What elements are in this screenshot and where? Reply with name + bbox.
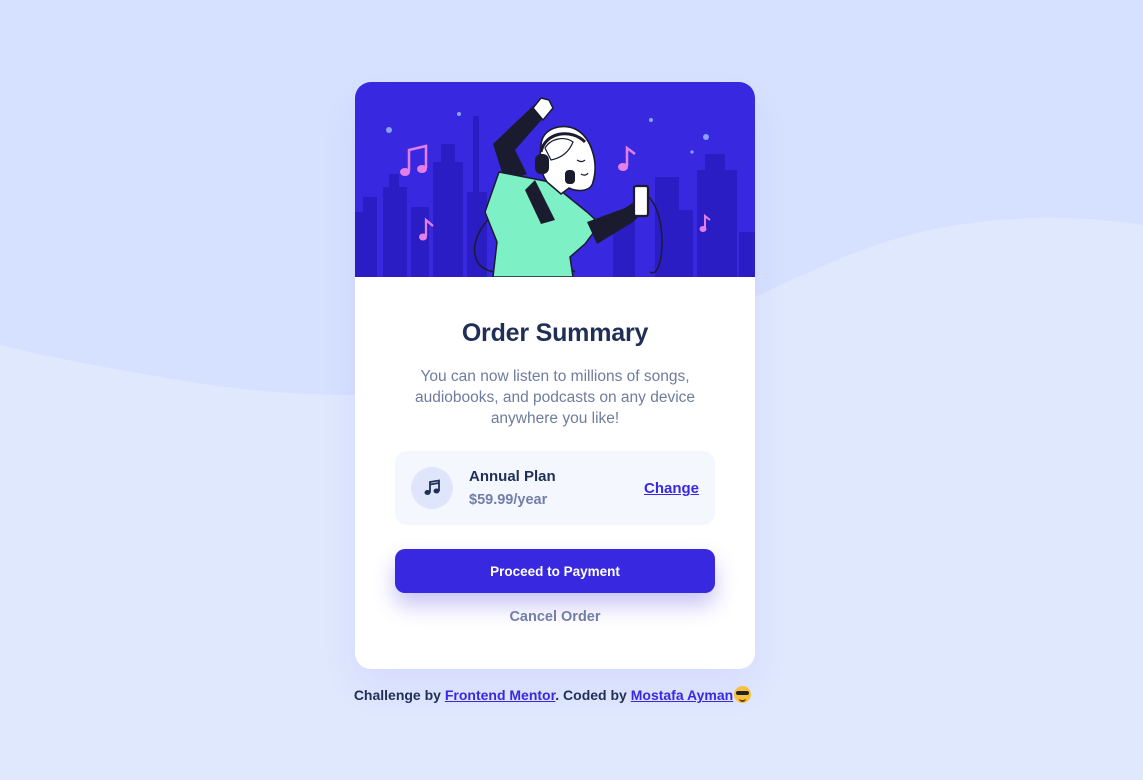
hero-illustration [355,82,755,277]
order-summary-card: Order Summary You can now listen to mill… [355,82,755,669]
page-title: Order Summary [461,319,649,347]
author-link[interactable]: Mostafa Ayman [631,687,733,703]
plan-summary: Annual Plan $59.99/year Change [395,451,715,525]
plan-price: $59.99/year [469,492,548,508]
attribution-middle: . Coded by [555,687,631,703]
change-plan-link[interactable]: Change [644,480,699,497]
music-note-icon [411,467,453,509]
attribution-footer: Challenge by Frontend Mentor. Coded by M… [0,686,1105,703]
frontend-mentor-link[interactable]: Frontend Mentor [445,687,555,703]
sunglasses-emoji-icon [734,686,752,703]
plan-name: Annual Plan [469,468,556,485]
order-description: You can now listen to millions of songs,… [414,368,696,427]
proceed-to-payment-button[interactable]: Proceed to Payment [395,549,715,593]
attribution-prefix: Challenge by [353,687,445,703]
cancel-order-button[interactable]: Cancel Order [355,609,755,625]
music-note-glyph [424,479,440,495]
